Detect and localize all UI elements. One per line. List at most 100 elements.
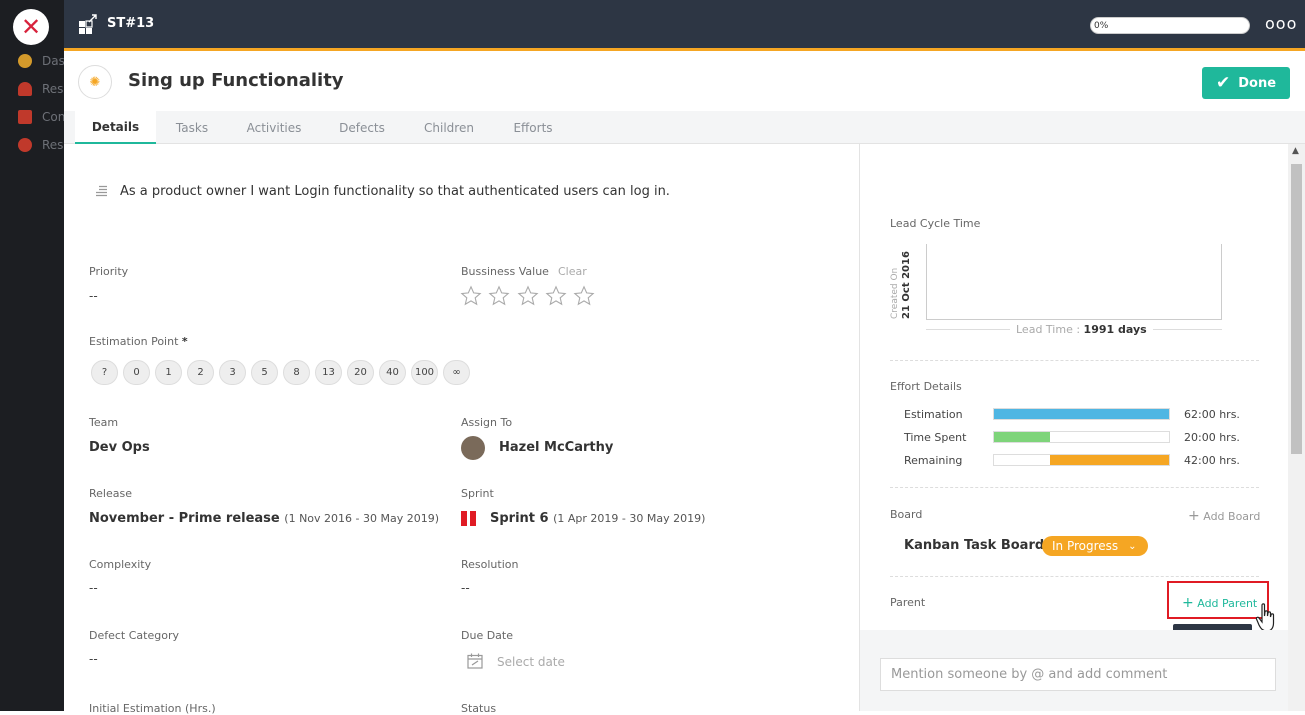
estimation-option[interactable]: 2 [187, 360, 214, 385]
more-options-button[interactable]: ooo [1265, 14, 1297, 33]
side-panel: Lead Cycle Time Created On 21 Oct 2016 L… [859, 144, 1288, 630]
done-button[interactable]: ✔ Done [1202, 67, 1290, 99]
estimation-option[interactable]: 40 [379, 360, 406, 385]
estimation-option[interactable]: ? [91, 360, 118, 385]
user-icon [18, 82, 32, 96]
scroll-up-icon[interactable]: ▲ [1292, 146, 1299, 156]
description-icon [96, 185, 107, 197]
progress-bar: 0% [1090, 17, 1250, 34]
tab-bar: Details Tasks Activities Defects Childre… [64, 111, 1305, 144]
star-icon[interactable] [545, 285, 567, 307]
sidebar-item-label: Res [42, 82, 64, 96]
star-icon[interactable] [460, 285, 482, 307]
team-label: Team [89, 416, 119, 429]
time-spent-bar [993, 431, 1170, 443]
assign-to-label: Assign To [461, 416, 513, 429]
star-icon[interactable] [488, 285, 510, 307]
team-value[interactable]: Dev Ops [89, 440, 150, 455]
estimation-effort-value: 62:00 hrs. [1184, 408, 1240, 421]
time-spent-label: Time Spent [904, 431, 967, 444]
estimation-label: Estimation Point * [89, 335, 188, 348]
lead-time-text: Lead Time : 1991 days [1010, 323, 1153, 336]
release-value[interactable]: November - Prime release (1 Nov 2016 - 3… [89, 511, 439, 526]
close-icon: ✕ [20, 13, 42, 41]
scrollbar[interactable]: ▲ [1288, 144, 1305, 711]
sidebar-item-dashboard[interactable]: Das [18, 53, 65, 69]
effort-fill [994, 432, 1050, 442]
estimation-option[interactable]: 100 [411, 360, 438, 385]
priority-label: Priority [89, 265, 129, 278]
sidebar-item-res[interactable]: Res [18, 81, 63, 97]
sidebar-item-res2[interactable]: Res [18, 137, 63, 153]
sidebar-item-label: Con [42, 110, 66, 124]
tab-defects[interactable]: Defects [328, 111, 396, 144]
estimation-option[interactable]: 20 [347, 360, 374, 385]
defect-category-label: Defect Category [89, 629, 179, 642]
avatar [461, 436, 485, 460]
clear-link[interactable]: Clear [558, 265, 587, 278]
sidebar-item-con[interactable]: Con [18, 109, 65, 125]
story-icon [79, 14, 97, 34]
scrollbar-thumb[interactable] [1291, 164, 1302, 454]
comment-area: Mention someone by @ and add comment [859, 630, 1288, 711]
business-value-label: Bussiness Value [461, 265, 549, 278]
board-label: Board [890, 508, 923, 521]
tab-tasks[interactable]: Tasks [162, 111, 222, 144]
details-panel: As a product owner I want Login function… [64, 144, 859, 715]
board-status-label: In Progress [1052, 539, 1119, 553]
star-icon[interactable] [573, 285, 595, 307]
tab-details[interactable]: Details [75, 111, 156, 144]
complexity-label: Complexity [89, 558, 152, 571]
board-name: Kanban Task Board [904, 538, 1045, 553]
resolution-label: Resolution [461, 558, 519, 571]
assignee-name[interactable]: Hazel McCarthy [499, 440, 613, 455]
estimation-option[interactable]: 3 [219, 360, 246, 385]
resolution-value[interactable]: -- [461, 581, 470, 595]
due-date-input[interactable]: Select date [497, 655, 565, 669]
estimation-option[interactable]: 13 [315, 360, 342, 385]
complexity-value[interactable]: -- [89, 581, 98, 595]
close-button[interactable]: ✕ [13, 9, 49, 45]
tab-activities[interactable]: Activities [236, 111, 312, 144]
estimation-option[interactable]: 0 [123, 360, 150, 385]
release-label: Release [89, 487, 132, 500]
effort-fill [1050, 455, 1169, 465]
estimation-option[interactable]: 8 [283, 360, 310, 385]
estimation-option[interactable]: ∞ [443, 360, 470, 385]
initial-estimation-label: Initial Estimation (Hrs.) [89, 702, 216, 715]
tab-children[interactable]: Children [412, 111, 486, 144]
board-status-dropdown[interactable]: In Progress ⌄ [1042, 536, 1148, 556]
calendar-icon [18, 110, 32, 124]
top-bar: ST#13 0% ooo [64, 0, 1305, 51]
parent-label: Parent [890, 596, 926, 609]
priority-value[interactable]: -- [89, 289, 98, 303]
star-icon[interactable] [517, 285, 539, 307]
tab-efforts[interactable]: Efforts [502, 111, 564, 144]
sprint-label: Sprint [461, 487, 494, 500]
add-board-button[interactable]: + Add Board [1188, 508, 1260, 524]
lead-cycle-chart [926, 244, 1222, 320]
estimation-option[interactable]: 1 [155, 360, 182, 385]
comment-input[interactable]: Mention someone by @ and add comment [880, 658, 1276, 691]
detail-header: ✺ Sing up Functionality ✔ Done [64, 54, 1305, 111]
divider [890, 360, 1259, 361]
created-date: 21 Oct 2016 [900, 251, 912, 319]
item-key: ST#13 [107, 16, 155, 31]
created-on-label: Created On [890, 267, 900, 319]
sprint-value[interactable]: Sprint 6 (1 Apr 2019 - 30 May 2019) [490, 511, 705, 526]
description-text[interactable]: As a product owner I want Login function… [120, 184, 670, 199]
time-spent-value: 20:00 hrs. [1184, 431, 1240, 444]
progress-label: 0% [1094, 21, 1109, 31]
effort-fill [994, 409, 1169, 419]
estimation-effort-bar [993, 408, 1170, 420]
calendar-icon [467, 653, 483, 669]
defect-category-value[interactable]: -- [89, 652, 98, 666]
sidebar-item-label: Das [42, 54, 65, 68]
plus-icon: + [1188, 508, 1200, 524]
lightbulb-icon: ✺ [78, 65, 112, 99]
chevron-down-icon: ⌄ [1128, 540, 1137, 552]
estimation-option[interactable]: 5 [251, 360, 278, 385]
status-label: Status [461, 702, 497, 715]
created-on-text: Created On 21 Oct 2016 [890, 243, 924, 319]
highlight-box [1167, 581, 1269, 619]
